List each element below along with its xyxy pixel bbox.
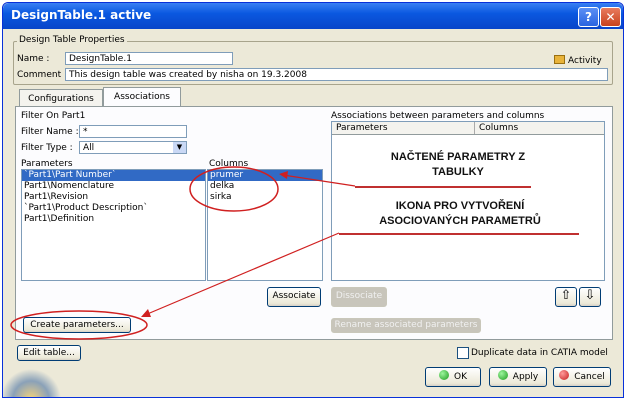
duplicate-checkbox[interactable] [457, 347, 469, 359]
list-item[interactable]: Part1\Definition [22, 214, 205, 225]
name-label: Name : [17, 54, 50, 64]
annotation-icon-line2: ASOCIOVANÝCH PARAMETRŮ [379, 215, 541, 227]
window-title: DesignTable.1 active [11, 8, 152, 22]
apply-label: Apply [512, 372, 539, 382]
catia-logo [3, 365, 63, 397]
tab-associations[interactable]: Associations [103, 87, 181, 107]
cancel-button[interactable]: Cancel [553, 367, 611, 387]
ok-label: OK [454, 372, 467, 382]
list-item[interactable]: Part1\Nomenclature [22, 181, 205, 192]
annotation-underline-2 [339, 233, 579, 235]
move-up-button[interactable]: ⇧ [555, 287, 577, 307]
apply-button[interactable]: Apply [489, 367, 547, 387]
annotation-loaded-line2: TABULKY [432, 166, 484, 178]
parameters-list[interactable]: `Part1\Part Number` Part1\Nomenclature P… [21, 169, 206, 281]
create-parameters-button[interactable]: Create parameters... [23, 317, 131, 333]
list-item[interactable]: prumer [208, 170, 322, 181]
help-button[interactable]: ? [578, 7, 599, 27]
move-down-button[interactable]: ⇩ [579, 287, 601, 307]
list-item[interactable]: Part1\Revision [22, 192, 205, 203]
filter-name-label: Filter Name : [21, 127, 79, 137]
title-bar[interactable]: DesignTable.1 active ? ✕ [3, 3, 623, 29]
annotation-underline-1 [355, 186, 531, 188]
chevron-down-icon: ▼ [173, 142, 186, 153]
ok-icon [439, 370, 449, 380]
name-input[interactable]: DesignTable.1 [65, 52, 233, 65]
close-button[interactable]: ✕ [600, 7, 621, 27]
properties-group-label: Design Table Properties [17, 35, 127, 45]
filter-type-label: Filter Type : [21, 143, 73, 153]
comment-input[interactable]: This design table was created by nisha o… [65, 68, 608, 81]
annotation-create-icon: IKONA PRO VYTVOŘENÍ ASOCIOVANÝCH PARAMET… [333, 200, 587, 227]
list-item[interactable]: `Part1\Part Number` [22, 170, 205, 181]
rename-associated-button[interactable]: Rename associated parameters [331, 318, 481, 333]
tab-configurations[interactable]: Configurations [19, 89, 103, 107]
list-item[interactable]: sirka [208, 192, 322, 203]
activity-icon [554, 55, 565, 64]
annotation-loaded-line1: NAČTENÉ PARAMETRY Z [390, 151, 526, 163]
cancel-icon [559, 370, 570, 380]
parameters-header: Parameters [21, 159, 73, 169]
associations-header-row: Parameters Columns [332, 122, 604, 135]
annotation-loaded-parameters: NAČTENÉ PARAMETRY Z TABULKY [343, 151, 573, 178]
activity-label: Activity [568, 56, 602, 66]
associations-title: Associations between parameters and colu… [331, 111, 545, 121]
filter-type-select[interactable]: All ▼ [79, 141, 187, 154]
list-item[interactable]: delka [208, 181, 322, 192]
filter-type-value: All [83, 143, 95, 153]
assoc-parameters-header[interactable]: Parameters [336, 122, 388, 134]
columns-header: Columns [209, 159, 249, 169]
filter-name-input[interactable]: * [79, 125, 187, 138]
filter-title: Filter On Part1 [21, 111, 86, 121]
list-item[interactable]: `Part1\Product Description` [22, 203, 205, 214]
assoc-columns-header[interactable]: Columns [474, 122, 518, 134]
dissociate-button[interactable]: Dissociate [331, 287, 387, 307]
dialog-window: DesignTable.1 active ? ✕ Design Table Pr… [2, 2, 624, 398]
columns-list[interactable]: prumer delka sirka [207, 169, 323, 281]
associate-button[interactable]: Associate [267, 287, 321, 307]
activity-checkbox[interactable]: Activity [554, 55, 602, 66]
duplicate-label: Duplicate data in CATIA model [471, 348, 608, 358]
comment-label: Comment : [17, 70, 67, 80]
cancel-label: Cancel [574, 372, 605, 382]
annotation-icon-line1: IKONA PRO VYTVOŘENÍ [395, 200, 525, 212]
edit-table-button[interactable]: Edit table... [17, 345, 81, 361]
ok-button[interactable]: OK [425, 367, 481, 387]
apply-icon [497, 370, 508, 380]
